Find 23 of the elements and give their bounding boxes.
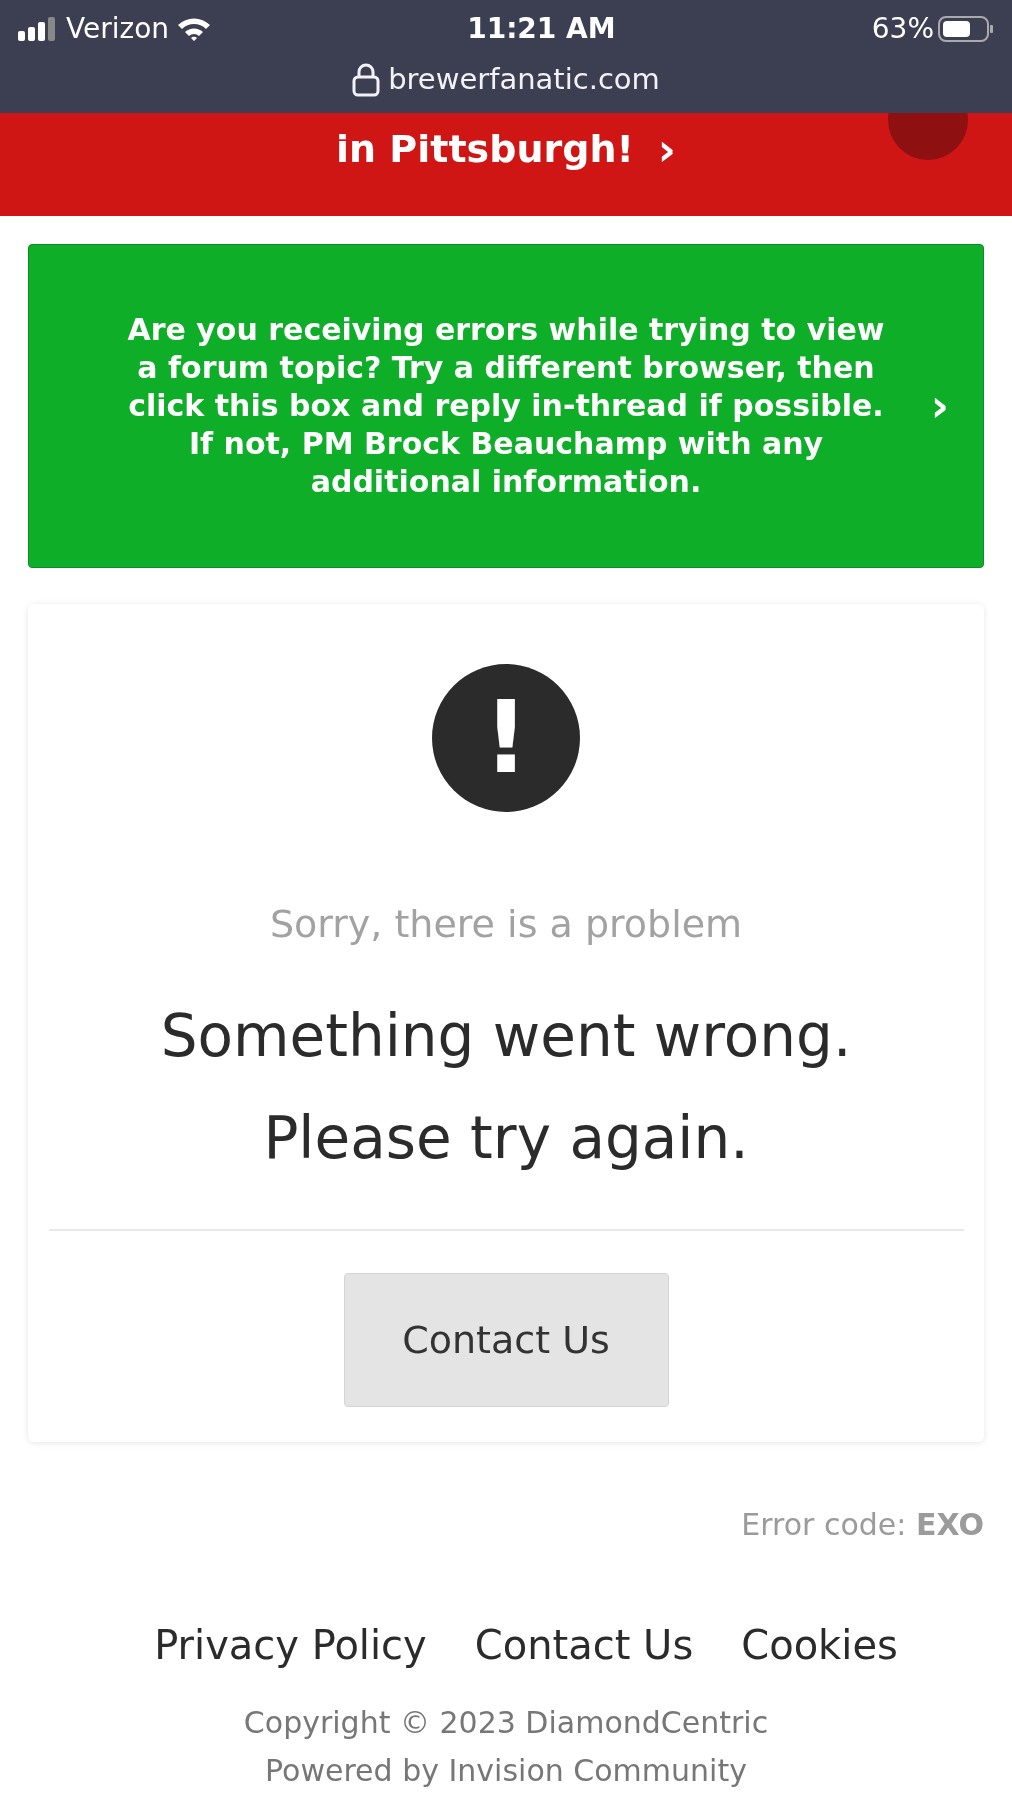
footer-link[interactable]: Privacy Policy <box>154 1615 427 1675</box>
chevron-icon: › <box>657 127 676 172</box>
warning-icon: ! <box>432 664 580 812</box>
error-code: Error code: EXO <box>740 1506 984 1544</box>
signal-icon <box>18 17 58 41</box>
lock-icon <box>352 62 381 97</box>
address-url[interactable]: brewerfanatic.com <box>388 58 660 102</box>
footer-link[interactable]: Cookies <box>741 1615 898 1675</box>
chevron-icon: › <box>930 384 949 428</box>
battery-icon <box>938 15 994 43</box>
battery-percent: 63% <box>871 11 934 47</box>
wifi-icon <box>177 16 212 42</box>
banner-text: in Pittsburgh! <box>336 126 634 173</box>
carrier-name: Verizon <box>66 11 170 47</box>
contact-button[interactable]: Contact Us <box>343 1273 669 1407</box>
copyright-text: Copyright © 2023 DiamondCentric <box>242 1704 770 1742</box>
error-subtitle: Sorry, there is a problem <box>269 901 743 948</box>
notice-text: Are you receiving errors while trying to view a forum topic? Try a different browser, then click this box and reply in-thread if possible. If not, PM Brock Beauchamp with any additional information. <box>126 311 886 501</box>
promo-banner[interactable]: in Pittsburgh! › <box>0 113 1012 216</box>
footer-link[interactable]: Contact Us <box>474 1615 694 1675</box>
clock-time: 11:21 AM <box>467 11 616 47</box>
powered-by-text: Powered by Invision Community <box>264 1752 748 1790</box>
error-message: Something went wrong. Please try again. <box>159 1001 853 1174</box>
